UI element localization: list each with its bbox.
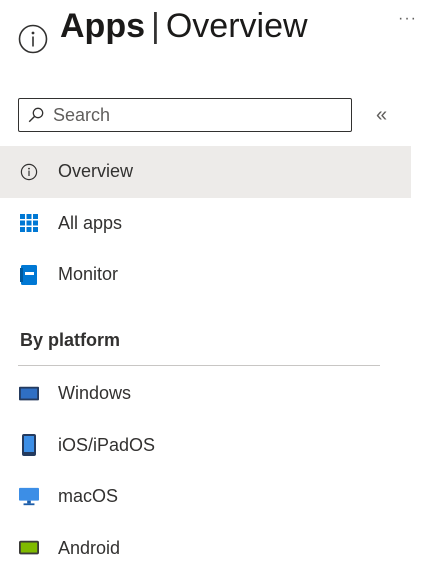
sidebar-item-monitor[interactable]: Monitor xyxy=(0,249,411,301)
sidebar-item-label: Android xyxy=(58,537,121,558)
monitor-book-icon xyxy=(19,264,39,285)
search-icon xyxy=(28,107,44,123)
sidebar-item-ios[interactable]: iOS/iPadOS xyxy=(0,420,411,472)
sidebar-item-overview[interactable]: Overview xyxy=(0,146,411,198)
more-options-button[interactable]: ··· xyxy=(398,10,417,28)
phone-icon xyxy=(19,434,39,457)
collapse-menu-button[interactable]: « xyxy=(376,104,387,126)
grid-icon xyxy=(19,213,39,233)
sidebar-item-windows[interactable]: Windows xyxy=(0,368,411,420)
section-heading-by-platform: By platform xyxy=(20,330,121,350)
sidebar-item-label: Monitor xyxy=(58,264,119,285)
sidebar-item-all-apps[interactable]: All apps xyxy=(0,198,411,250)
page-title: Apps | Overview xyxy=(60,4,308,48)
sidebar-item-label: Overview xyxy=(58,161,134,182)
desktop-icon xyxy=(19,487,39,507)
page-title-sub: Overview xyxy=(165,7,308,45)
sidebar-item-macos[interactable]: macOS xyxy=(0,471,411,523)
sidebar-item-label: macOS xyxy=(58,486,119,507)
windows-device-icon xyxy=(19,384,39,404)
info-icon xyxy=(19,162,39,182)
info-icon xyxy=(18,24,48,54)
sidebar-item-android[interactable]: Android xyxy=(0,523,411,575)
search-box[interactable] xyxy=(18,98,352,132)
search-input[interactable] xyxy=(53,104,343,126)
sidebar-item-label: All apps xyxy=(58,212,123,233)
android-device-icon xyxy=(19,538,39,558)
title-separator: | xyxy=(151,7,160,45)
section-divider xyxy=(18,365,380,366)
sidebar-item-label: iOS/iPadOS xyxy=(58,434,156,455)
sidebar-item-label: Windows xyxy=(58,383,132,404)
sidebar-nav: Overview All apps Monitor xyxy=(0,146,411,301)
page-title-main: Apps xyxy=(60,7,145,45)
platform-nav: Windows iOS/iPadOS macOS Android xyxy=(0,368,411,574)
page-header: Apps | Overview ··· xyxy=(18,4,428,56)
